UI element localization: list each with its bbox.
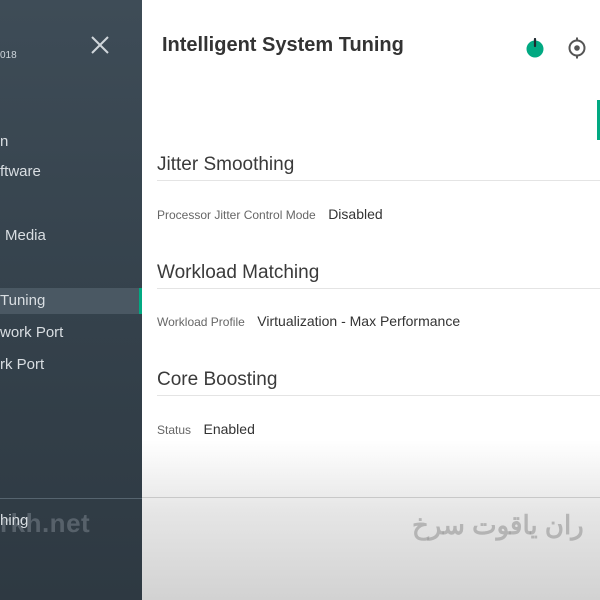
field-label: Workload Profile <box>157 315 245 329</box>
field-value: Enabled <box>203 421 255 437</box>
field-value: Disabled <box>328 206 383 222</box>
sidebar-item-tuning[interactable]: Tuning <box>0 288 142 314</box>
page-title: Intelligent System Tuning <box>162 34 404 56</box>
sidebar: 018 n ftware Media Tuning work Port rk P… <box>0 0 142 600</box>
power-icon[interactable] <box>525 38 545 58</box>
section-divider <box>157 395 600 396</box>
sidebar-item-label: work Port <box>0 324 64 341</box>
field-value: Virtualization - Max Performance <box>257 313 461 329</box>
main-divider <box>142 497 600 498</box>
close-icon[interactable] <box>89 34 111 56</box>
field-label: Processor Jitter Control Mode <box>157 208 316 222</box>
section-title-workload: Workload Matching <box>157 262 320 283</box>
locate-icon[interactable] <box>566 37 588 59</box>
sidebar-item-label: rk Port <box>0 356 45 373</box>
section-divider <box>157 180 600 181</box>
section-title-jitter: Jitter Smoothing <box>157 154 295 175</box>
section-divider <box>157 288 600 289</box>
sidebar-item-1[interactable]: n <box>0 129 142 155</box>
sidebar-item-label: Tuning <box>0 292 46 309</box>
sidebar-item-5[interactable]: work Port <box>0 320 142 346</box>
sidebar-item-6[interactable]: rk Port <box>0 352 142 378</box>
sidebar-item-3[interactable]: Media <box>0 223 142 249</box>
sidebar-item-2[interactable]: ftware <box>0 159 142 185</box>
field-status: Status Enabled <box>157 421 255 439</box>
sidebar-footer-item[interactable]: hing <box>0 512 28 529</box>
field-label: Status <box>157 423 192 437</box>
sidebar-item-label: ftware <box>0 163 41 180</box>
main-panel: Intelligent System Tuning Jitter Smoothi… <box>142 0 600 600</box>
section-title-core-boosting: Core Boosting <box>157 369 278 390</box>
sidebar-item-label: n <box>0 133 9 150</box>
field-jitter-mode: Processor Jitter Control Mode Disabled <box>157 206 383 224</box>
field-workload-profile: Workload Profile Virtualization - Max Pe… <box>157 313 460 331</box>
sidebar-divider <box>0 498 142 499</box>
sidebar-header-text: 018 <box>0 50 17 61</box>
sidebar-item-label: Media <box>5 227 46 244</box>
watermark-main: ران یاقوت سرخ <box>412 510 584 540</box>
